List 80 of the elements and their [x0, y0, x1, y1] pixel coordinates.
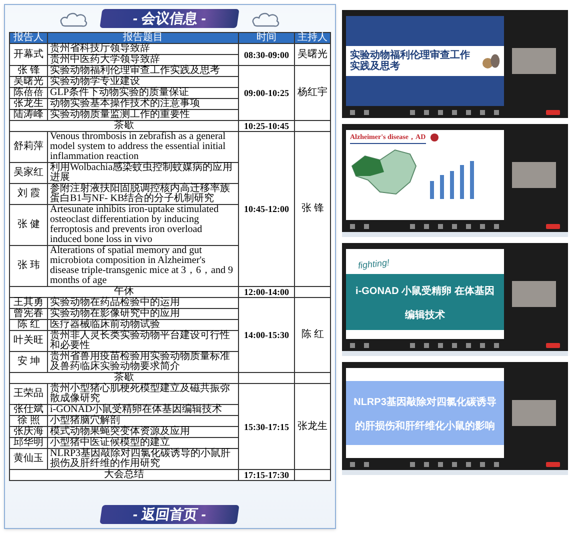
talk-title: Artesunate inhibits iron-uptake stimulated osteoclast differentiation by inducing ferroptosis and prevents iron overload induced bone loss in vivo: [50, 204, 219, 245]
leave-button[interactable]: [546, 462, 560, 466]
talk-title: 实验动物在影像研究中的应用: [50, 308, 180, 319]
slide-title: NLRP3基因敲除对四氯化碳诱导的肝损伤和肝纤维化小鼠的影响: [354, 397, 496, 432]
talk-title: i-GONAD小鼠受精卵在体基因编辑技术: [50, 404, 222, 415]
talk-title: 实验动物质量监测工作的重要性: [50, 109, 190, 120]
speaker-name: 张庆海: [14, 426, 44, 437]
break-label: 午休: [114, 286, 134, 297]
break-label: 大会总结: [104, 469, 144, 480]
leave-button[interactable]: [546, 224, 560, 228]
time-text: 09:00-10:25: [244, 88, 289, 98]
talk-title: 模式动物果蝇突变体资源及应用: [50, 426, 190, 437]
column-header: 报告人: [14, 32, 44, 43]
speaker-name: 吴家红: [14, 167, 44, 178]
speaker-name: 徐 照: [17, 415, 40, 426]
talk-title: NLRP3基因敲除对四氯化碳诱导的小鼠肝损伤及肝纤维的作用研究: [50, 448, 231, 469]
speaker-name: 王其勇: [14, 297, 44, 308]
photo-placeholder: [512, 400, 556, 426]
photo-placeholder: [512, 281, 556, 307]
host-name: 吴曙光: [298, 48, 328, 60]
speaker-name: 张 玮: [17, 260, 40, 271]
column-header: 时间: [256, 32, 276, 43]
speaker-name: 吴曙光: [14, 76, 44, 87]
host-name: 张 锋: [301, 203, 324, 214]
speaker-name: 安 坤: [17, 356, 40, 367]
speaker-name: 刘 霞: [17, 188, 40, 199]
speaker-name: 张仕斌: [14, 404, 44, 415]
time-text: 12:00-14:00: [244, 287, 289, 297]
time-text: 15:30-17:15: [244, 422, 289, 432]
talk-title: GLP条件下动物实验的质量保证: [50, 87, 189, 98]
time-text: 10:25-10:45: [244, 121, 289, 131]
talk-title: Venous thrombosis in zebrafish as a general model system to address the essential initial inflammation reaction: [50, 131, 226, 162]
host-name: 陈 红: [301, 329, 324, 340]
speaker-name: 张 锋: [17, 65, 40, 76]
speaker-name: 舒莉萍: [14, 141, 44, 152]
talk-title: 实验动物学专业建设: [50, 76, 140, 87]
talk-title: 小型猪中医证候模型的建立: [50, 437, 170, 448]
column-header: 主持人: [298, 32, 328, 43]
break-label: 茶歇: [114, 120, 134, 131]
photo-placeholder: [512, 162, 556, 188]
talk-title: 贵州非人灵长类实验动物平台建设可行性和必要性: [50, 330, 230, 351]
speaker-name: 陈蓓蓓: [14, 87, 44, 98]
talk-title: 利用Wolbachia感染蚊虫控制蚊媒病的应用进展: [50, 162, 233, 183]
talk-title: 医疗器械临床前动物试验: [50, 319, 160, 330]
slide-title: i-GONAD 小鼠受精卵 在体基因编辑技术: [356, 286, 494, 321]
time-text: 10:45-12:00: [244, 204, 289, 214]
break-label: 茶歇: [114, 372, 134, 383]
talk-title: 贵州省科技厅领导致辞: [50, 43, 150, 54]
time-text: 17:15-17:30: [244, 470, 289, 480]
host-name: 张龙生: [298, 420, 328, 432]
speaker-name: 曾宪春: [14, 308, 44, 319]
university-logo-icon: [430, 133, 439, 142]
column-header: 报告题目: [123, 32, 163, 43]
speaker-name: 陆涛峰: [14, 109, 44, 120]
talk-title: 贵州中医药大学领导致辞: [50, 54, 160, 65]
talk-title: 贵州省兽用疫苗检验用实验动物质量标准及兽药临床实验动物要求简介: [50, 351, 230, 372]
time-text: 08:30-09:00: [244, 50, 289, 60]
speaker-name: 黄仙玉: [14, 453, 44, 464]
talk-title: 参附注射液扶阳固脱调控核内高迁移率族蛋白B1与NF- KB结合的分子机制研究: [50, 183, 230, 204]
talk-title: 小型猪脑穴解剖: [50, 415, 120, 426]
talk-title: 实验动物在药品检验中的运用: [50, 297, 180, 308]
slide-title: 实验动物福利伦理审查工作实践及思考: [350, 50, 471, 72]
speaker-name: 陈 红: [17, 319, 40, 330]
section-title: - 会议信息 -: [100, 9, 240, 28]
time-text: 14:00-15:30: [244, 330, 289, 340]
talk-title: 实验动物福利伦理审查工作实践及思考: [50, 65, 220, 76]
speaker-name: 王荣品: [14, 388, 44, 399]
speaker-name: 开幕式: [14, 48, 44, 60]
back-button[interactable]: - 返回首页 -: [100, 505, 240, 524]
speaker-name: 邱华明: [14, 437, 44, 448]
host-name: 杨红宇: [298, 87, 328, 98]
photo-placeholder: [512, 48, 556, 74]
slide-tag: fighting!: [357, 256, 390, 274]
speaker-name: 张 健: [17, 219, 40, 230]
leave-button[interactable]: [546, 342, 560, 348]
speaker-name: 张龙生: [14, 98, 44, 109]
talk-title: 动物实验基本操作技术的注意事项: [50, 98, 200, 109]
speaker-name: 叶关旺: [14, 335, 44, 346]
talk-title: Alterations of spatial memory and gut microbiota composition in Alzheimer's disease triple-transgenic mice at 3，6，and 9 months of age: [50, 245, 233, 286]
leave-button[interactable]: [546, 110, 560, 114]
